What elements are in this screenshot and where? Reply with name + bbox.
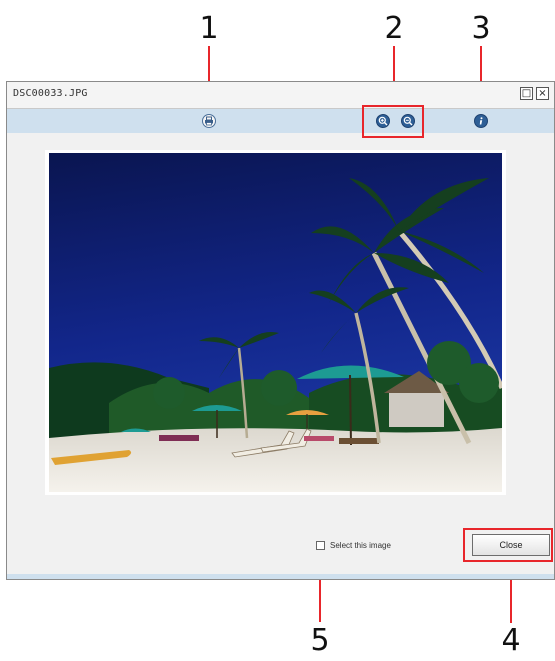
callout-1: 1 — [199, 11, 219, 46]
close-window-button[interactable]: × — [536, 87, 549, 100]
callout-4: 4 — [501, 623, 521, 658]
print-icon[interactable] — [202, 114, 216, 128]
image-viewer-window: DSC00033.JPG □ × Select this image Close — [6, 81, 555, 580]
callout-2: 2 — [384, 11, 404, 46]
bottom-bar — [7, 574, 554, 579]
image-preview-frame — [45, 150, 506, 495]
info-icon[interactable] — [474, 114, 488, 128]
highlight-box-close — [463, 528, 553, 562]
select-image-label: Select this image — [330, 540, 391, 550]
restore-button[interactable]: □ — [520, 87, 533, 100]
callout-5: 5 — [310, 623, 330, 658]
select-image-control[interactable]: Select this image — [316, 538, 391, 552]
title-bar: DSC00033.JPG □ × — [7, 82, 554, 109]
highlight-box-zoom — [362, 105, 424, 138]
callout-3: 3 — [471, 11, 491, 46]
toolbar — [7, 109, 554, 133]
window-title: DSC00033.JPG — [13, 88, 88, 99]
beach-photo — [49, 153, 502, 492]
select-image-checkbox[interactable] — [316, 540, 325, 550]
